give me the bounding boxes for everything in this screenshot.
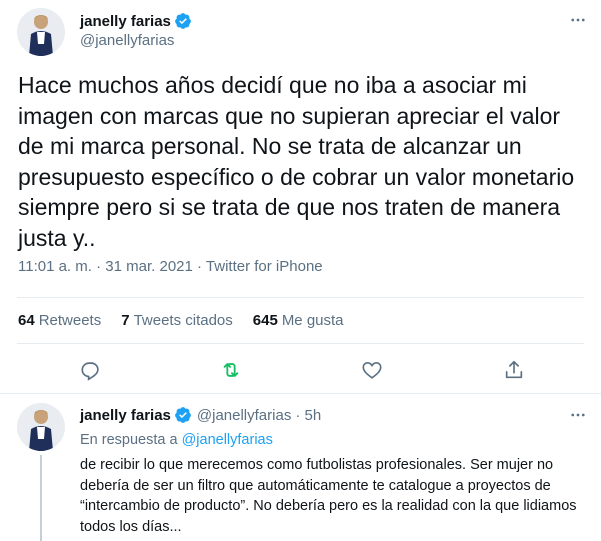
retweet-icon xyxy=(223,363,239,377)
display-name[interactable]: janelly farias xyxy=(80,13,171,30)
reply-tweet-text: de recibir lo que merecemos como futboli… xyxy=(80,457,577,535)
quotes-label: Tweets citados xyxy=(133,312,233,329)
retweet-button[interactable] xyxy=(216,355,246,385)
avatar[interactable] xyxy=(17,403,65,451)
retweets-label: Retweets xyxy=(38,312,102,329)
display-name[interactable]: janelly farias xyxy=(80,407,171,424)
main-tweet: janelly farias @janellyfarias Hace mucho… xyxy=(0,0,601,394)
tweet-time-ago[interactable]: · 5h xyxy=(295,407,321,424)
avatar[interactable] xyxy=(17,8,65,56)
quotes-count: 7 xyxy=(121,312,130,329)
reply-prefix: En respuesta a xyxy=(80,432,178,448)
quotes-stat[interactable]: 7 Tweets citados xyxy=(121,312,233,329)
reply-button[interactable] xyxy=(76,355,106,385)
meta-separator: · xyxy=(197,258,203,275)
more-options-button[interactable] xyxy=(566,8,590,32)
retweets-count: 64 xyxy=(18,312,35,329)
tweet-date[interactable]: 31 mar. 2021 xyxy=(105,258,193,275)
more-dots-icon xyxy=(571,413,585,417)
more-dots-icon xyxy=(571,18,585,22)
likes-label: Me gusta xyxy=(281,312,344,329)
tweet-time[interactable]: 11:01 a. m. xyxy=(18,258,92,275)
thread-line xyxy=(40,455,42,541)
tweet-actions xyxy=(0,355,601,385)
share-icon xyxy=(505,360,523,379)
author-handle[interactable]: @janellyfarias xyxy=(197,407,291,424)
likes-stat[interactable]: 645 Me gusta xyxy=(253,312,344,329)
reply-context: En respuesta a @janellyfarias xyxy=(80,432,273,448)
more-options-button[interactable] xyxy=(566,403,590,427)
tweet-metadata: 11:01 a. m. · 31 mar. 2021 · Twitter for… xyxy=(18,258,323,275)
tweet-stats: 64 Retweets 7 Tweets citados 645 Me gusta xyxy=(18,312,364,329)
divider xyxy=(17,297,584,298)
reply-author-row[interactable]: janelly farias @janellyfarias · 5h xyxy=(80,406,321,424)
tweet-text: Hace muchos años decidí que no iba a aso… xyxy=(18,72,575,251)
tweet-source[interactable]: Twitter for iPhone xyxy=(206,258,323,275)
likes-count: 645 xyxy=(252,312,278,329)
reply-icon xyxy=(81,362,99,381)
verified-badge-icon xyxy=(174,12,192,30)
author-handle[interactable]: @janellyfarias xyxy=(80,32,174,49)
like-button[interactable] xyxy=(357,355,387,385)
retweets-stat[interactable]: 64 Retweets xyxy=(18,312,101,329)
reply-to-mention[interactable]: @janellyfarias xyxy=(182,432,273,448)
author-name-row[interactable]: janelly farias xyxy=(80,12,192,30)
share-button[interactable] xyxy=(499,355,529,385)
meta-separator: · xyxy=(96,258,102,275)
divider xyxy=(17,343,584,344)
verified-badge-icon xyxy=(174,406,192,424)
like-heart-icon xyxy=(362,362,382,379)
